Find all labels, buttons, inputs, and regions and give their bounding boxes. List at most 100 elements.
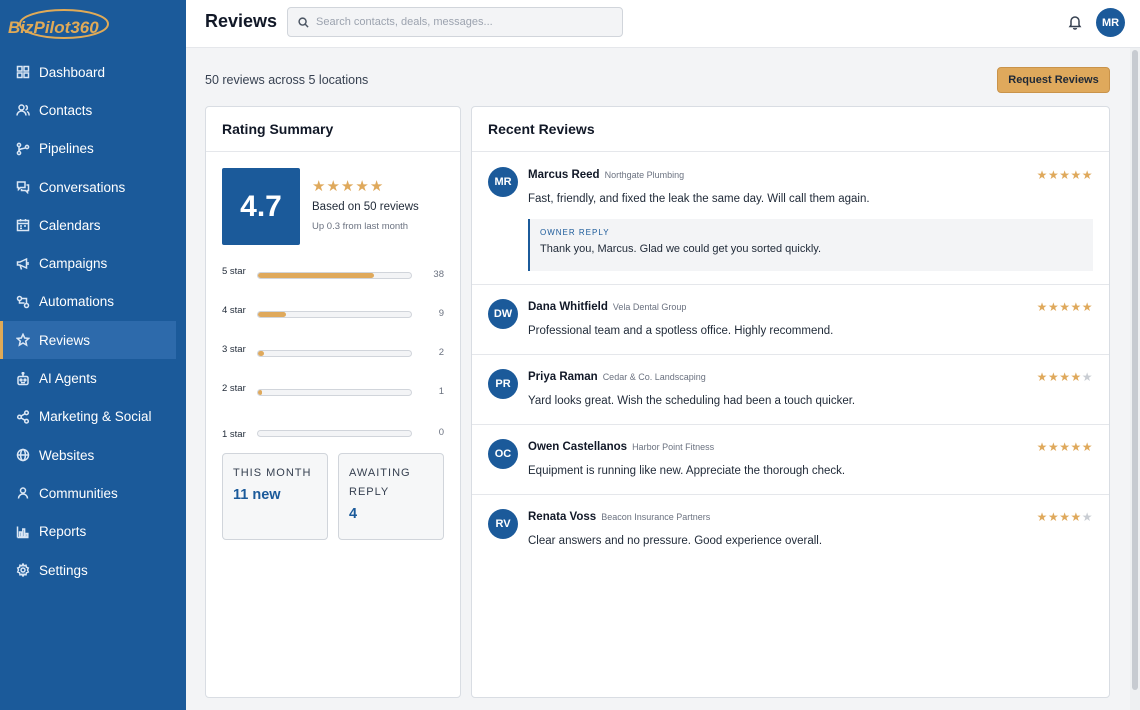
- rating-summary-title: Rating Summary: [206, 107, 460, 152]
- review-text: Fast, friendly, and fixed the leak the s…: [528, 193, 870, 205]
- conversations-icon: [16, 180, 30, 195]
- sidebar-item-label: Calendars: [39, 217, 101, 233]
- star-filled-icon: ★: [1036, 440, 1048, 454]
- star-filled-icon: ★: [1047, 510, 1060, 524]
- reviewer-business: Northgate Plumbing: [604, 170, 685, 180]
- reviewer-header: Owen Castellanos Harbor Point Fitness: [528, 441, 714, 453]
- sidebar-item-communities[interactable]: Communities: [0, 474, 186, 512]
- star-empty-icon: ★: [1081, 370, 1093, 384]
- distribution-row: 2 star 1: [222, 381, 444, 411]
- review-item: MR Marcus Reed Northgate Plumbing ★★★★★ Fast…: [472, 153, 1109, 285]
- star-filled-icon: ★: [1059, 168, 1071, 182]
- sidebar-item-ai-agents[interactable]: AI Agents: [0, 359, 186, 397]
- sidebar-item-marketing-social[interactable]: Marketing & Social: [0, 398, 186, 436]
- sidebar-item-automations[interactable]: Automations: [0, 283, 186, 321]
- distribution-row: 3 star 2: [222, 342, 444, 372]
- search-icon: [298, 16, 309, 28]
- distribution-label: 5 star: [222, 266, 246, 277]
- share-icon: [16, 410, 30, 424]
- distribution-bar: [257, 311, 412, 318]
- review-item: OC Owen Castellanos Harbor Point Fitness ★★…: [472, 425, 1109, 495]
- reviewer-name: Renata Voss: [528, 511, 597, 523]
- star-filled-icon: ★: [1036, 300, 1048, 314]
- sidebar-item-label: Campaigns: [39, 256, 108, 272]
- star-filled-icon: ★: [1070, 510, 1082, 524]
- distribution-bar: [257, 272, 412, 279]
- distribution-row: 5 star 38: [222, 264, 444, 294]
- star-filled-icon: ★: [1047, 300, 1060, 314]
- star-filled-icon: ★: [1059, 510, 1071, 524]
- star-filled-icon: ★: [326, 178, 341, 195]
- sidebar-item-websites[interactable]: Websites: [0, 436, 186, 474]
- scrollbar-thumb[interactable]: [1132, 50, 1138, 690]
- reports-icon: [16, 525, 30, 539]
- star-empty-icon: ★: [1081, 510, 1093, 524]
- reviewer-business: Cedar & Co. Landscaping: [602, 372, 706, 382]
- gear-icon: [16, 563, 30, 577]
- dashboard-icon: [16, 65, 30, 79]
- reviewer-header: Marcus Reed Northgate Plumbing: [528, 169, 684, 181]
- review-text: Equipment is running like new. Appreciat…: [528, 465, 846, 477]
- this-month-value: 11 new: [233, 487, 281, 503]
- star-filled-icon: ★: [1059, 300, 1071, 314]
- search-input[interactable]: [316, 16, 606, 28]
- this-month-stat: THIS MONTH 11 new: [222, 453, 328, 540]
- star-filled-icon: ★: [1036, 370, 1048, 384]
- reviewer-business: Beacon Insurance Partners: [601, 512, 711, 522]
- star-filled-icon: ★: [1047, 370, 1060, 384]
- recent-reviews-title: Recent Reviews: [472, 107, 1109, 152]
- sidebar-item-dashboard[interactable]: Dashboard: [0, 53, 186, 91]
- sidebar-item-campaigns[interactable]: Campaigns: [0, 244, 186, 282]
- reviewer-name: Dana Whitfield: [528, 301, 608, 313]
- sidebar-item-calendars[interactable]: Calendars: [0, 206, 186, 244]
- sidebar-item-pipelines[interactable]: Pipelines: [0, 130, 186, 168]
- star-filled-icon: ★: [340, 178, 356, 195]
- star-filled-icon: ★: [1036, 510, 1048, 524]
- sidebar-item-label: Contacts: [39, 102, 93, 118]
- search-box[interactable]: [287, 7, 623, 37]
- owner-reply: OWNER REPLY Thank you, Marcus. Glad we co…: [528, 219, 1093, 271]
- sidebar-item-contacts[interactable]: Contacts: [0, 91, 186, 129]
- review-item: RV Renata Voss Beacon Insurance Partners ★★…: [472, 495, 1109, 565]
- pipelines-icon: [16, 142, 30, 156]
- sidebar-item-label: Reports: [39, 524, 87, 540]
- contacts-icon: [16, 103, 30, 117]
- star-filled-icon: ★: [1070, 168, 1082, 182]
- distribution-bar: [257, 389, 412, 396]
- communities-icon: [16, 486, 30, 500]
- review-text: Clear answers and no pressure. Good expe…: [528, 535, 823, 547]
- distribution-label: 2 star: [222, 383, 246, 394]
- star-filled-icon: ★: [355, 178, 370, 195]
- reviewer-name: Marcus Reed: [528, 169, 600, 181]
- distribution-label: 3 star: [222, 344, 246, 355]
- distribution-label: 1 star: [222, 429, 246, 440]
- star-filled-icon: ★: [1070, 300, 1082, 314]
- brand-logo[interactable]: BizPilot360: [0, 0, 186, 48]
- page-scrollbar[interactable]: [1130, 48, 1140, 710]
- star-filled-icon: ★: [1081, 168, 1093, 182]
- star-icon: [16, 333, 30, 347]
- user-avatar[interactable]: MR: [1096, 8, 1125, 37]
- reviewer-avatar: MR: [488, 167, 518, 197]
- sidebar-item-conversations[interactable]: Conversations: [0, 168, 186, 206]
- distribution-bar: [257, 350, 412, 357]
- star-filled-icon: ★: [1081, 300, 1093, 314]
- sidebar-item-reports[interactable]: Reports: [0, 513, 186, 551]
- star-filled-icon: ★: [1047, 440, 1060, 454]
- sidebar-nav: Dashboard Contacts Pipelines Conversations C…: [0, 53, 186, 589]
- based-on-text: Based on 50 reviews: [312, 201, 419, 213]
- sidebar-item-reviews[interactable]: Reviews: [0, 321, 176, 360]
- review-rating-stars: ★★★★★: [1037, 300, 1093, 314]
- sidebar-item-label: Marketing & Social: [39, 409, 152, 425]
- notifications-bell-icon[interactable]: [1067, 14, 1083, 30]
- request-reviews-button[interactable]: Request Reviews: [997, 67, 1110, 93]
- average-score: 4.7: [222, 168, 300, 245]
- sidebar-item-label: AI Agents: [39, 371, 97, 387]
- distribution-bar-fill: [258, 351, 265, 356]
- star-filled-icon: ★: [1081, 440, 1093, 454]
- sidebar: BizPilot360 Dashboard Contacts Pipelines Co…: [0, 0, 186, 710]
- reviewer-name: Priya Raman: [528, 371, 598, 383]
- sidebar-item-settings[interactable]: Settings: [0, 551, 186, 589]
- owner-reply-label: OWNER REPLY: [540, 228, 610, 237]
- distribution-count: 38: [433, 269, 444, 280]
